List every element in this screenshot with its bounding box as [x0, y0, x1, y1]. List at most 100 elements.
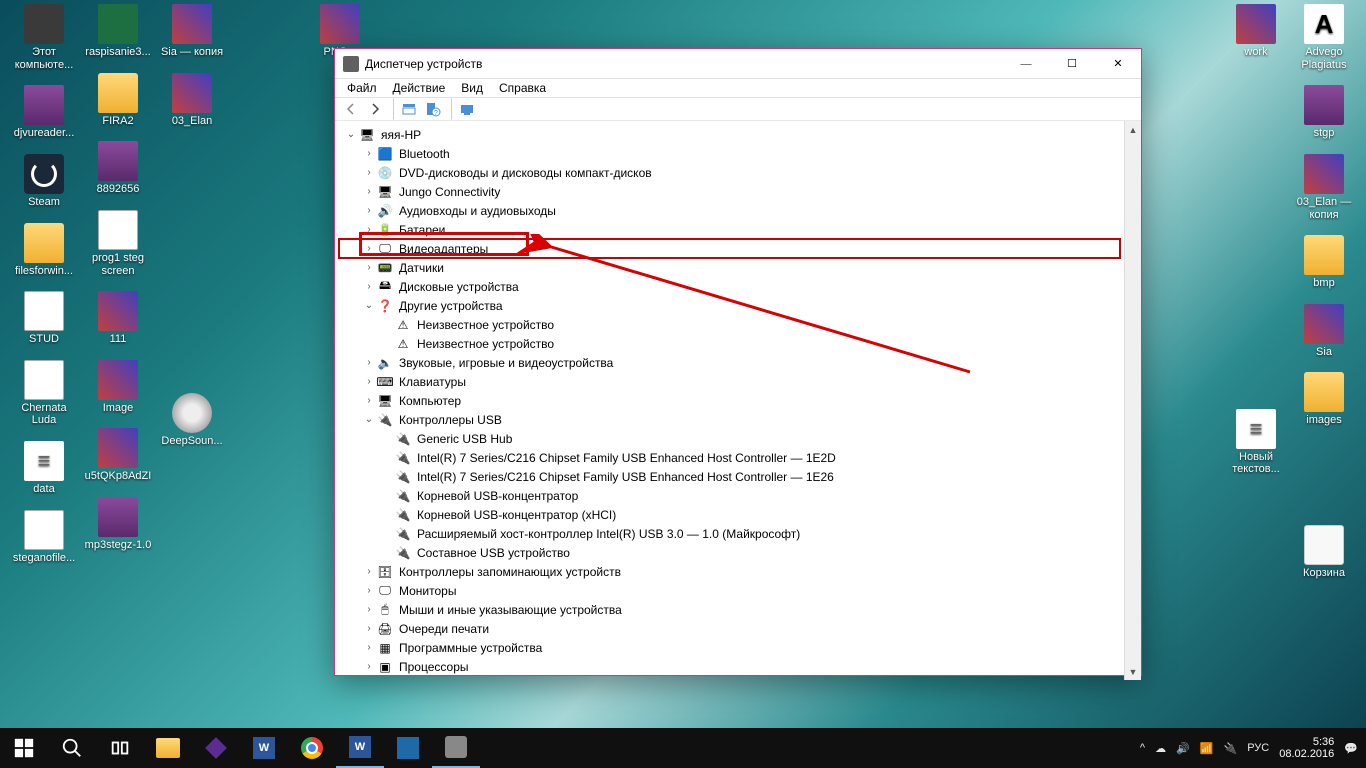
tree-item[interactable]: 🔌Корневой USB-концентратор — [339, 486, 1120, 505]
desktop-icon-label: 03_Elan — [172, 115, 212, 128]
tree-item[interactable]: ›🖥Jungo Connectivity — [339, 182, 1120, 201]
tree-item[interactable]: ›🖵Видеоадаптеры — [339, 239, 1120, 258]
desktop-icon[interactable]: steganofile... — [10, 510, 78, 565]
desktop-icon[interactable]: raspisanie3... — [84, 4, 152, 59]
close-button[interactable]: ✕ — [1095, 49, 1141, 78]
tree-item[interactable]: ›▣Процессоры — [339, 657, 1120, 676]
search-button[interactable] — [48, 728, 96, 768]
menu-action[interactable]: Действие — [385, 79, 454, 97]
tree-item[interactable]: ›🔊Аудиовходы и аудиовыходы — [339, 201, 1120, 220]
desktop-icon-label: Advego Plagiatus — [1290, 46, 1358, 71]
menu-file[interactable]: Файл — [339, 79, 385, 97]
minimize-button[interactable]: — — [1003, 49, 1049, 78]
desktop-icon[interactable]: work — [1222, 4, 1290, 59]
tree-item[interactable]: 🔌Intel(R) 7 Series/C216 Chipset Family U… — [339, 448, 1120, 467]
desktop-icon[interactable]: mp3stegz-1.0 — [84, 497, 152, 552]
desktop-icon[interactable]: filesforwin... — [10, 223, 78, 278]
tree-root[interactable]: ⌄🖥яяя-HP — [339, 125, 1120, 144]
forward-button[interactable] — [363, 98, 387, 120]
desktop-icon[interactable]: Chernata Luda — [10, 360, 78, 427]
taskbar-app-explorer[interactable] — [144, 728, 192, 768]
system-tray[interactable]: ^ ☁ 🔊 📶 🔌 РУС 5:36 08.02.2016 💬 — [1132, 736, 1366, 760]
desktop-icon[interactable]: Steam — [10, 154, 78, 209]
device-tree[interactable]: ⌄🖥яяя-HP›🟦Bluetooth›💿DVD-дисководы и дис… — [335, 121, 1124, 680]
desktop-icon[interactable]: prog1 steg screen — [84, 210, 152, 277]
taskbar-app-devmgr[interactable] — [432, 728, 480, 768]
desktop-icon[interactable]: Этот компьюте... — [10, 4, 78, 71]
tree-item[interactable]: ⌄❓Другие устройства — [339, 296, 1120, 315]
desktop-icon[interactable]: 8892656 — [84, 141, 152, 196]
tree-item[interactable]: 🔌Generic USB Hub — [339, 429, 1120, 448]
tree-item[interactable]: ›▦Программные устройства — [339, 638, 1120, 657]
tray-clock[interactable]: 5:36 08.02.2016 — [1279, 736, 1334, 760]
desktop-icon-label: raspisanie3... — [85, 46, 150, 59]
tree-item[interactable]: 🔌Intel(R) 7 Series/C216 Chipset Family U… — [339, 467, 1120, 486]
view-button[interactable] — [397, 98, 421, 120]
desktop-icon[interactable]: 111 — [84, 291, 152, 346]
taskbar-app-word2[interactable]: W — [336, 728, 384, 768]
tree-item[interactable]: ›💿DVD-дисководы и дисководы компакт-диск… — [339, 163, 1120, 182]
tree-item[interactable]: ›🖵Мониторы — [339, 581, 1120, 600]
taskbar-app-chrome[interactable] — [288, 728, 336, 768]
scrollbar[interactable]: ▲ ▼ — [1124, 121, 1141, 680]
menu-view[interactable]: Вид — [453, 79, 491, 97]
tree-item[interactable]: ›🖥Компьютер — [339, 391, 1120, 410]
tree-item[interactable]: ›🖨Очереди печати — [339, 619, 1120, 638]
scan-button[interactable] — [455, 98, 479, 120]
tray-volume-icon[interactable]: 🔊 — [1176, 742, 1190, 755]
tray-wifi-icon[interactable]: 📶 — [1200, 742, 1214, 755]
desktop-icon[interactable]: Корзина — [1290, 525, 1358, 580]
desktop-icon[interactable]: djvureader... — [10, 85, 78, 140]
tray-onedrive-icon[interactable]: ☁ — [1155, 742, 1166, 755]
desktop-icon[interactable]: DeepSoun... — [158, 393, 226, 448]
desktop-icon[interactable]: AAdvego Plagiatus — [1290, 4, 1358, 71]
desktop-icon[interactable]: Image — [84, 360, 152, 415]
desktop-icon[interactable]: 03_Elan — копия — [1290, 154, 1358, 221]
taskbar-app-totalcmd[interactable] — [384, 728, 432, 768]
tree-item[interactable]: ›🖴Дисковые устройства — [339, 277, 1120, 296]
desktop-icon[interactable]: stgp — [1290, 85, 1358, 140]
desktop-icon-label: prog1 steg screen — [84, 252, 152, 277]
task-view-button[interactable] — [96, 728, 144, 768]
taskbar-app-word[interactable]: W — [240, 728, 288, 768]
back-button[interactable] — [339, 98, 363, 120]
desktop-icon[interactable]: Sia — [1290, 304, 1358, 359]
desktop-icon[interactable]: STUD — [10, 291, 78, 346]
tree-item[interactable]: 🔌Расширяемый хост-контроллер Intel(R) US… — [339, 524, 1120, 543]
help-button[interactable]: ? — [421, 98, 445, 120]
tree-item[interactable]: ⌄🔌Контроллеры USB — [339, 410, 1120, 429]
tree-item[interactable]: ⚠Неизвестное устройство — [339, 334, 1120, 353]
scroll-track[interactable] — [1125, 138, 1141, 663]
tree-item[interactable]: ›⌨Клавиатуры — [339, 372, 1120, 391]
scroll-up-button[interactable]: ▲ — [1125, 121, 1141, 138]
taskbar-app-vs[interactable] — [192, 728, 240, 768]
tree-item[interactable]: ›🔈Звуковые, игровые и видеоустройства — [339, 353, 1120, 372]
tree-item-label: Клавиатуры — [397, 375, 468, 389]
desktop-icon[interactable]: FIRA2 — [84, 73, 152, 128]
scroll-down-button[interactable]: ▼ — [1125, 663, 1141, 680]
desktop-icon[interactable]: bmp — [1290, 235, 1358, 290]
maximize-button[interactable]: ☐ — [1049, 49, 1095, 78]
desktop-icon[interactable]: u5tQKp8AdZI — [84, 428, 152, 483]
tree-item[interactable]: ⚠Неизвестное устройство — [339, 315, 1120, 334]
desktop-icon[interactable]: 03_Elan — [158, 73, 226, 128]
desktop-icon[interactable]: images — [1290, 372, 1358, 427]
tray-chevron-icon[interactable]: ^ — [1140, 742, 1145, 754]
tray-notifications-icon[interactable]: 💬 — [1344, 742, 1358, 755]
desktop-icon-label: Chernata Luda — [10, 402, 78, 427]
titlebar[interactable]: Диспетчер устройств — ☐ ✕ — [335, 49, 1141, 79]
desktop-icon[interactable]: data — [10, 441, 78, 496]
menu-help[interactable]: Справка — [491, 79, 554, 97]
tree-item[interactable]: ›🗄Контроллеры запоминающих устройств — [339, 562, 1120, 581]
tray-power-icon[interactable]: 🔌 — [1224, 742, 1238, 755]
desktop-icon[interactable]: Новый текстов... — [1222, 409, 1290, 476]
tray-language[interactable]: РУС — [1247, 742, 1269, 754]
tree-item[interactable]: 🔌Корневой USB-концентратор (xHCI) — [339, 505, 1120, 524]
tree-item[interactable]: ›🔋Батареи — [339, 220, 1120, 239]
tree-item[interactable]: ›🟦Bluetooth — [339, 144, 1120, 163]
tree-item[interactable]: ›📟Датчики — [339, 258, 1120, 277]
desktop-icon[interactable]: Sia — копия — [158, 4, 226, 59]
start-button[interactable] — [0, 728, 48, 768]
tree-item[interactable]: ›🖱Мыши и иные указывающие устройства — [339, 600, 1120, 619]
tree-item[interactable]: 🔌Составное USB устройство — [339, 543, 1120, 562]
